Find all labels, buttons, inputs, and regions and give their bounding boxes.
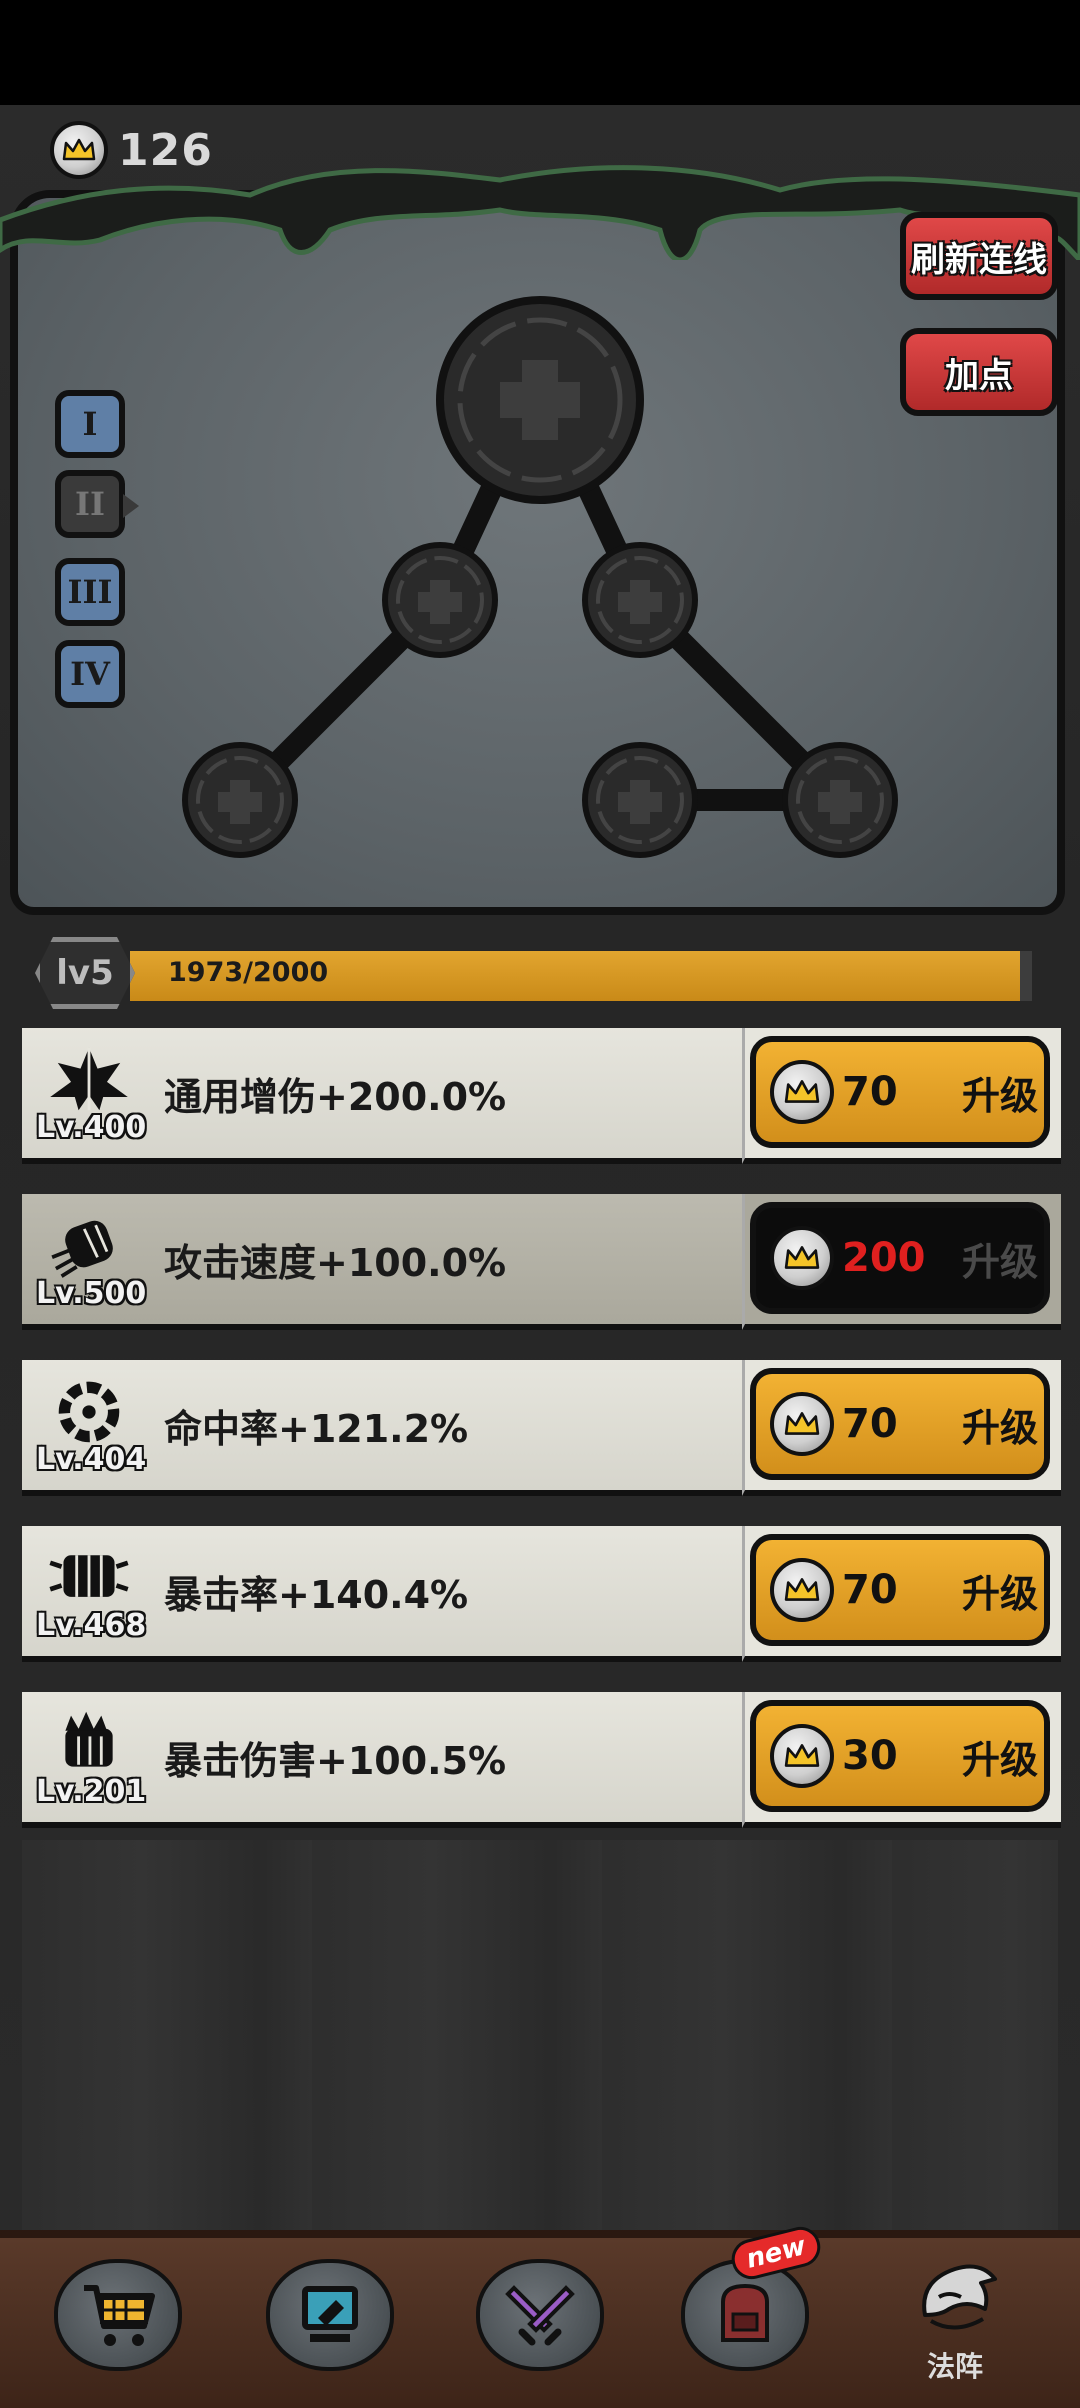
skill-level: Lv.400 bbox=[36, 1110, 147, 1145]
level-progress: 1973/2000 lv5 bbox=[30, 935, 1040, 1013]
skill-name: 暴击伤害+100.5% bbox=[164, 1739, 507, 1783]
nav-computer[interactable] bbox=[260, 2255, 400, 2375]
upgrade-cost: 70 bbox=[842, 1401, 898, 1447]
tier-tab-1[interactable]: I bbox=[55, 390, 125, 458]
upgrade-button[interactable]: 70 升级 bbox=[750, 1036, 1050, 1148]
upgrade-row: Lv.468 暴击率+140.4% 70 升级 bbox=[22, 1526, 1061, 1662]
tier-tab-4[interactable]: IV bbox=[55, 640, 125, 708]
skill-level: Lv.404 bbox=[36, 1442, 147, 1477]
xp-text: 1973/2000 bbox=[168, 957, 329, 988]
nav-shop[interactable] bbox=[48, 2255, 188, 2375]
upgrade-label: 升级 bbox=[962, 1571, 1039, 1616]
upgrade-row: Lv.404 命中率+121.2% 70 升级 bbox=[22, 1360, 1061, 1496]
nav-formation-label: 法阵 bbox=[926, 2350, 983, 2383]
upgrade-row: Lv.500 攻击速度+100.0% 200 升级 bbox=[22, 1194, 1061, 1330]
upgrade-label: 升级 bbox=[962, 1073, 1039, 1118]
skill-level: Lv.500 bbox=[36, 1276, 147, 1311]
computer-icon bbox=[302, 2286, 358, 2342]
upgrade-row: Lv.201 暴击伤害+100.5% 30 升级 bbox=[22, 1692, 1061, 1828]
crown-coin-icon bbox=[770, 1392, 834, 1456]
spiked-fist-icon bbox=[65, 1711, 113, 1767]
skill-node-root[interactable] bbox=[436, 296, 644, 504]
skill-level: Lv.201 bbox=[36, 1774, 147, 1809]
skill-node-bottom-middle[interactable] bbox=[582, 742, 698, 858]
skill-tree-graph bbox=[182, 296, 898, 858]
add-point-button[interactable]: 加点 bbox=[900, 328, 1058, 416]
skill-name: 命中率+121.2% bbox=[164, 1407, 469, 1451]
xp-bar: 1973/2000 bbox=[130, 951, 1032, 1001]
nav-battle[interactable] bbox=[470, 2255, 610, 2375]
skill-node-bottom-left[interactable] bbox=[182, 742, 298, 858]
sage-helmet-icon bbox=[922, 2264, 997, 2330]
target-ring-icon bbox=[58, 1381, 120, 1443]
crown-coin-icon bbox=[770, 1060, 834, 1124]
shop-cart-icon bbox=[84, 2285, 155, 2346]
tier-tab-3[interactable]: III bbox=[55, 558, 125, 626]
upgrade-label: 升级 bbox=[962, 1239, 1039, 1284]
upgrade-button[interactable]: 200 升级 bbox=[750, 1202, 1050, 1314]
skill-name: 通用增伤+200.0% bbox=[164, 1075, 507, 1119]
star-burst-icon bbox=[50, 1047, 128, 1111]
upgrade-cost: 200 bbox=[842, 1235, 926, 1281]
upgrade-button[interactable]: 70 升级 bbox=[750, 1368, 1050, 1480]
upgrade-row: Lv.400 通用增伤+200.0% 70 升级 bbox=[22, 1028, 1061, 1164]
upgrade-cost: 30 bbox=[842, 1733, 898, 1779]
fist-icon bbox=[51, 1220, 113, 1278]
backpack-icon bbox=[721, 2283, 769, 2342]
level-badge: lv5 bbox=[35, 937, 135, 1009]
upgrade-cost: 70 bbox=[842, 1069, 898, 1115]
smash-fist-icon bbox=[49, 1555, 129, 1597]
skill-node-bottom-right[interactable] bbox=[782, 742, 898, 858]
upgrade-label: 升级 bbox=[962, 1405, 1039, 1450]
nav-backpack[interactable]: new bbox=[675, 2222, 825, 2375]
nav-formation[interactable]: 法阵 bbox=[895, 2255, 1015, 2385]
skill-node-left[interactable] bbox=[382, 542, 498, 658]
wood-floor-decoration bbox=[22, 1840, 1058, 2230]
upgrade-cost: 70 bbox=[842, 1567, 898, 1613]
upgrade-button[interactable]: 30 升级 bbox=[750, 1700, 1050, 1812]
crown-coin-icon bbox=[770, 1724, 834, 1788]
crossed-swords-icon bbox=[505, 2285, 575, 2346]
crown-coin-icon bbox=[770, 1558, 834, 1622]
skill-level: Lv.468 bbox=[36, 1608, 147, 1643]
tier-tab-2[interactable]: II bbox=[55, 470, 139, 538]
skill-node-right[interactable] bbox=[582, 542, 698, 658]
refresh-links-button[interactable]: 刷新连线 bbox=[900, 212, 1058, 300]
crown-coin-icon bbox=[770, 1226, 834, 1290]
skill-name: 攻击速度+100.0% bbox=[164, 1241, 507, 1285]
skill-name: 暴击率+140.4% bbox=[164, 1573, 469, 1617]
upgrade-label: 升级 bbox=[962, 1737, 1039, 1782]
upgrade-button[interactable]: 70 升级 bbox=[750, 1534, 1050, 1646]
